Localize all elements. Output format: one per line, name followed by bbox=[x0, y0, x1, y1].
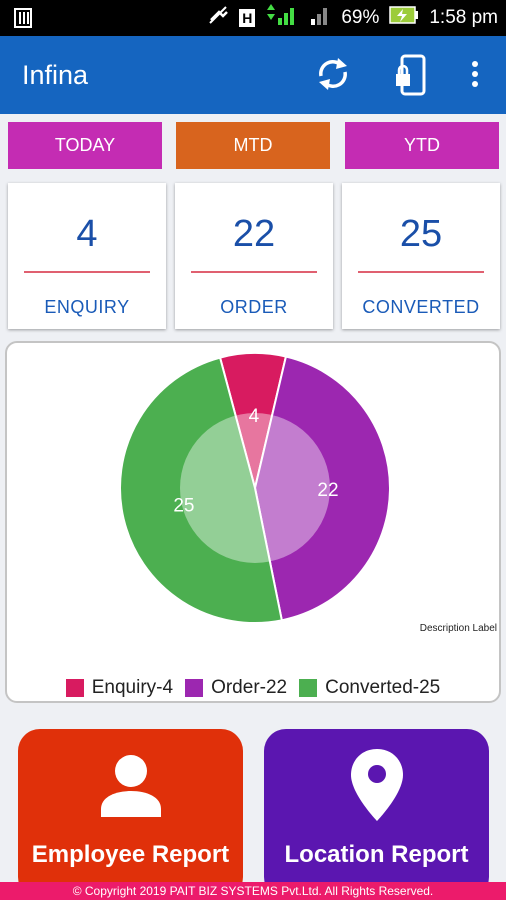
location-report-button[interactable]: Location Report bbox=[264, 729, 489, 899]
stat-card-order[interactable]: 22 ORDER bbox=[175, 183, 333, 329]
pie-label-enquiry: 4 bbox=[249, 406, 260, 427]
phone-lock-icon[interactable] bbox=[394, 54, 430, 101]
report-label: Employee Report bbox=[31, 841, 230, 868]
pie-center-hole bbox=[180, 413, 330, 563]
location-pin-icon bbox=[349, 747, 405, 828]
notification-icon bbox=[14, 8, 32, 33]
stat-value: 4 bbox=[76, 213, 98, 255]
status-bar: H 69% 1:58 pm bbox=[0, 0, 506, 36]
legend-label: Converted-25 bbox=[325, 677, 441, 698]
stat-label: ORDER bbox=[220, 297, 288, 317]
legend-label: Enquiry-4 bbox=[91, 677, 174, 698]
battery-icon bbox=[389, 5, 419, 31]
stat-card-converted[interactable]: 25 CONVERTED bbox=[342, 183, 500, 329]
legend-item-order: Order-22 bbox=[185, 677, 287, 699]
employee-report-button[interactable]: Employee Report bbox=[18, 729, 243, 899]
period-tabs: TODAY MTD YTD bbox=[0, 122, 506, 170]
clock: 1:58 pm bbox=[429, 7, 498, 28]
chart-legend: Enquiry-4 Order-22 Converted-25 bbox=[7, 677, 499, 699]
stat-value: 25 bbox=[399, 213, 443, 255]
person-icon bbox=[99, 753, 163, 824]
divider bbox=[358, 271, 484, 273]
chart-card: 4 22 25 Description Label Enquiry-4 Order-… bbox=[5, 341, 501, 703]
tab-today[interactable]: TODAY bbox=[8, 122, 162, 169]
battery-percent: 69% bbox=[341, 7, 380, 28]
copyright-footer: © Copyright 2019 PAIT BIZ SYSTEMS Pvt.Lt… bbox=[0, 882, 506, 900]
legend-item-converted: Converted-25 bbox=[299, 677, 440, 699]
legend-item-enquiry: Enquiry-4 bbox=[65, 677, 174, 699]
stat-label: ENQUIRY bbox=[44, 297, 130, 317]
legend-swatch bbox=[299, 679, 318, 697]
pie-label-order: 22 bbox=[317, 480, 338, 501]
mute-icon bbox=[207, 4, 229, 32]
tab-mtd[interactable]: MTD bbox=[176, 122, 330, 169]
signal-icon-2 bbox=[309, 4, 331, 32]
report-label: Location Report bbox=[284, 841, 469, 868]
legend-swatch bbox=[185, 679, 204, 697]
app-bar: Infina bbox=[0, 36, 506, 114]
tab-ytd[interactable]: YTD bbox=[345, 122, 499, 169]
divider bbox=[191, 271, 317, 273]
signal-icon-1 bbox=[265, 4, 299, 32]
legend-label: Order-22 bbox=[211, 677, 288, 698]
network-type-badge: H bbox=[239, 9, 256, 27]
more-vert-icon[interactable] bbox=[468, 60, 482, 95]
stat-value: 22 bbox=[232, 213, 276, 255]
refresh-icon[interactable] bbox=[314, 54, 352, 99]
stat-label: CONVERTED bbox=[362, 297, 480, 317]
app-title: Infina bbox=[22, 60, 89, 90]
description-label: Description Label bbox=[419, 623, 497, 634]
pie-label-converted: 25 bbox=[173, 496, 194, 517]
legend-swatch bbox=[65, 679, 84, 697]
stat-card-enquiry[interactable]: 4 ENQUIRY bbox=[8, 183, 166, 329]
divider bbox=[24, 271, 150, 273]
